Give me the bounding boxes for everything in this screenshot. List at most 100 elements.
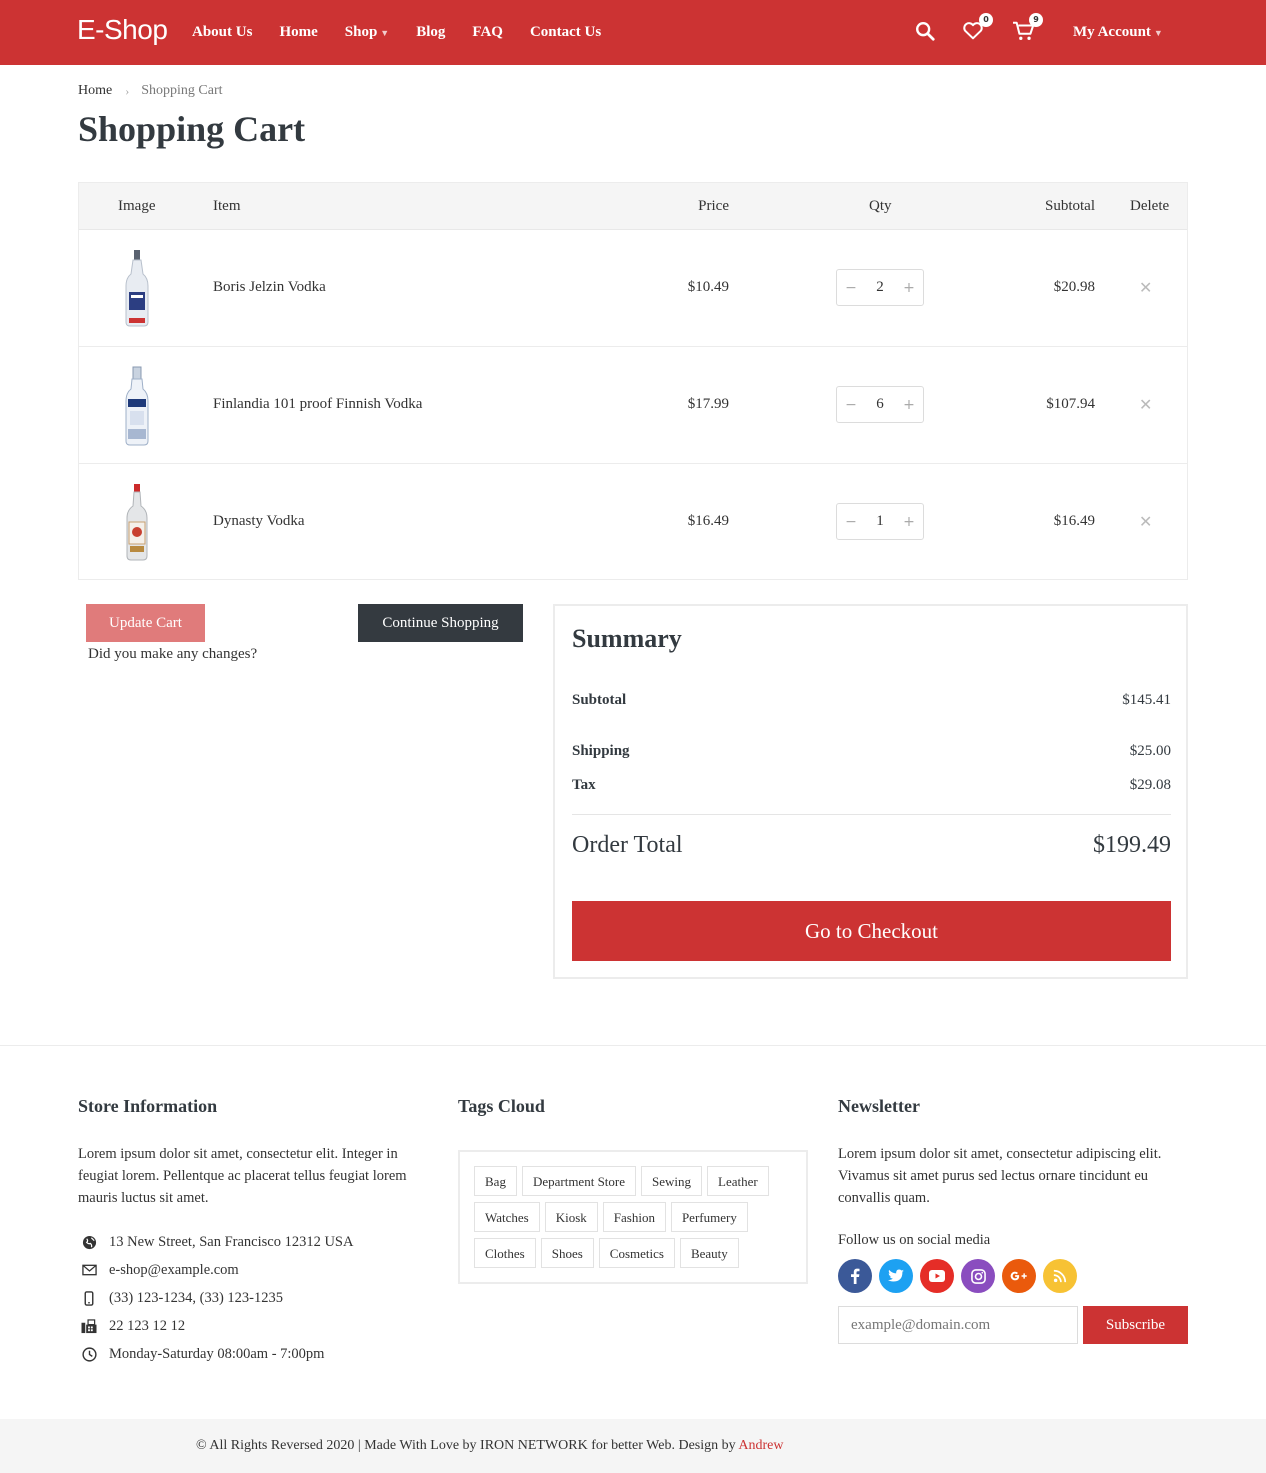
youtube-icon[interactable] bbox=[920, 1259, 954, 1293]
delete-icon[interactable]: ✕ bbox=[1139, 395, 1152, 414]
plus-icon[interactable]: + bbox=[902, 280, 916, 296]
phone-item: (33) 123-1234, (33) 123-1235 bbox=[78, 1284, 353, 1312]
wishlist-count-badge: 0 bbox=[979, 13, 993, 27]
tag-item[interactable]: Fashion bbox=[602, 1202, 666, 1232]
quantity-input[interactable]: 6 bbox=[865, 396, 895, 413]
copyright-bar: © All Rights Reversed 2020 | Made With L… bbox=[0, 1419, 1266, 1473]
wishlist-heart-icon[interactable]: 0 bbox=[962, 13, 993, 44]
page-title: Shopping Cart bbox=[78, 109, 306, 149]
product-image[interactable] bbox=[119, 248, 155, 330]
plus-icon[interactable]: + bbox=[902, 514, 916, 530]
tag-item[interactable]: Perfumery bbox=[670, 1202, 748, 1232]
cart-table: Image Item Price Qty Subtotal Delete Bor… bbox=[78, 182, 1188, 580]
plus-icon[interactable]: + bbox=[902, 397, 916, 413]
nav-about-us[interactable]: About Us bbox=[192, 24, 252, 41]
email-item: e-shop@example.com bbox=[78, 1256, 353, 1284]
breadcrumb: Home › Shopping Cart bbox=[78, 83, 223, 99]
order-total-value: $199.49 bbox=[1093, 832, 1171, 858]
cart-row: Finlandia 101 proof Finnish Vodka $17.99… bbox=[79, 347, 1187, 464]
tag-item[interactable]: Kiosk bbox=[544, 1202, 598, 1232]
col-delete: Delete bbox=[1130, 198, 1170, 214]
cart-table-header: Image Item Price Qty Subtotal Delete bbox=[79, 183, 1187, 230]
nav-shop[interactable]: Shop ▼ bbox=[345, 24, 389, 41]
quantity-input[interactable]: 2 bbox=[865, 279, 895, 296]
nav-blog[interactable]: Blog bbox=[416, 24, 445, 41]
account-label: My Account bbox=[1073, 24, 1151, 40]
breadcrumb-home[interactable]: Home bbox=[78, 83, 112, 99]
product-name[interactable]: Dynasty Vodka bbox=[213, 513, 305, 530]
social-links bbox=[838, 1259, 1077, 1293]
cart-count-badge: 9 bbox=[1029, 13, 1043, 27]
store-contact-list: 13 New Street, San Francisco 12312 USA e… bbox=[78, 1228, 353, 1368]
summary-subtotal-row: Subtotal $145.41 bbox=[572, 692, 1171, 709]
my-account-menu[interactable]: My Account ▼ bbox=[1073, 24, 1163, 41]
tag-item[interactable]: Clothes bbox=[474, 1238, 536, 1268]
quantity-input[interactable]: 1 bbox=[865, 513, 895, 530]
delete-icon[interactable]: ✕ bbox=[1139, 512, 1152, 531]
logo[interactable]: E-Shop bbox=[77, 14, 168, 46]
tag-item[interactable]: Cosmetics bbox=[598, 1238, 675, 1268]
order-summary: Summary Subtotal $145.41 Shipping $25.00… bbox=[553, 604, 1188, 979]
continue-shopping-button[interactable]: Continue Shopping bbox=[358, 604, 523, 642]
facebook-icon[interactable] bbox=[838, 1259, 872, 1293]
subtotal-label: Subtotal bbox=[572, 692, 627, 708]
update-cart-button[interactable]: Update Cart bbox=[86, 604, 205, 642]
quantity-stepper: − 2 + bbox=[836, 269, 924, 306]
fax-item: 22 123 12 12 bbox=[78, 1312, 353, 1340]
phone-text: (33) 123-1234, (33) 123-1235 bbox=[109, 1289, 283, 1306]
product-name[interactable]: Boris Jelzin Vodka bbox=[213, 279, 326, 296]
col-price: Price bbox=[698, 198, 729, 214]
email-text[interactable]: e-shop@example.com bbox=[109, 1262, 239, 1279]
tags-cloud-title: Tags Cloud bbox=[458, 1096, 545, 1116]
tag-item[interactable]: Beauty bbox=[679, 1238, 739, 1268]
quantity-stepper: − 1 + bbox=[836, 503, 924, 540]
designer-link[interactable]: Andrew bbox=[738, 1438, 783, 1453]
col-qty: Qty bbox=[869, 198, 892, 214]
product-image[interactable] bbox=[119, 365, 155, 447]
tax-value: $29.08 bbox=[1129, 777, 1171, 793]
rss-icon[interactable] bbox=[1043, 1259, 1077, 1293]
delete-icon[interactable]: ✕ bbox=[1139, 278, 1152, 297]
search-icon[interactable] bbox=[914, 20, 938, 44]
tag-item[interactable]: Watches bbox=[474, 1202, 540, 1232]
twitter-icon[interactable] bbox=[879, 1259, 913, 1293]
subscribe-button[interactable]: Subscribe bbox=[1083, 1306, 1188, 1344]
footer-divider bbox=[0, 1045, 1266, 1046]
product-price: $16.49 bbox=[687, 513, 729, 529]
minus-icon[interactable]: − bbox=[844, 280, 858, 296]
tag-item[interactable]: Bag bbox=[474, 1166, 517, 1196]
shipping-value: $25.00 bbox=[1129, 743, 1171, 759]
product-image[interactable] bbox=[119, 482, 155, 564]
product-name[interactable]: Finlandia 101 proof Finnish Vodka bbox=[213, 396, 422, 413]
subtotal-value: $145.41 bbox=[1122, 692, 1171, 708]
col-item: Item bbox=[213, 198, 241, 214]
tags-cloud-section: Tags Cloud bbox=[458, 1096, 545, 1117]
tag-item[interactable]: Department Store bbox=[521, 1166, 637, 1196]
quantity-stepper: − 6 + bbox=[836, 386, 924, 423]
tag-item[interactable]: Shoes bbox=[540, 1238, 594, 1268]
nav-home[interactable]: Home bbox=[279, 24, 317, 41]
nav-label: Home bbox=[279, 24, 318, 40]
instagram-icon[interactable] bbox=[961, 1259, 995, 1293]
minus-icon[interactable]: − bbox=[844, 397, 858, 413]
breadcrumb-current: Shopping Cart bbox=[141, 83, 223, 98]
checkout-button[interactable]: Go to Checkout bbox=[572, 901, 1171, 961]
summary-title: Summary bbox=[572, 624, 682, 653]
summary-tax-row: Tax $29.08 bbox=[572, 777, 1171, 794]
store-info-section: Store Information Lorem ipsum dolor sit … bbox=[78, 1096, 408, 1209]
tag-item[interactable]: Leather bbox=[707, 1166, 769, 1196]
nav-contact-us[interactable]: Contact Us bbox=[530, 24, 601, 41]
order-total-label: Order Total bbox=[572, 832, 683, 858]
google-plus-icon[interactable] bbox=[1002, 1259, 1036, 1293]
tax-label: Tax bbox=[572, 777, 596, 793]
tags-cloud-box: Bag Department Store Sewing Leather Watc… bbox=[458, 1150, 808, 1284]
nav-faq[interactable]: FAQ bbox=[472, 24, 503, 41]
minus-icon[interactable]: − bbox=[844, 514, 858, 530]
nav-label: Shop bbox=[344, 24, 378, 40]
follow-label: Follow us on social media bbox=[838, 1232, 991, 1248]
tag-item[interactable]: Sewing bbox=[641, 1166, 703, 1196]
hours-text: Monday-Saturday 08:00am - 7:00pm bbox=[109, 1345, 325, 1362]
cart-icon[interactable]: 9 bbox=[1012, 13, 1043, 44]
newsletter-email-input[interactable] bbox=[838, 1306, 1078, 1344]
address-text: 13 New Street, San Francisco 12312 USA bbox=[109, 1233, 354, 1250]
